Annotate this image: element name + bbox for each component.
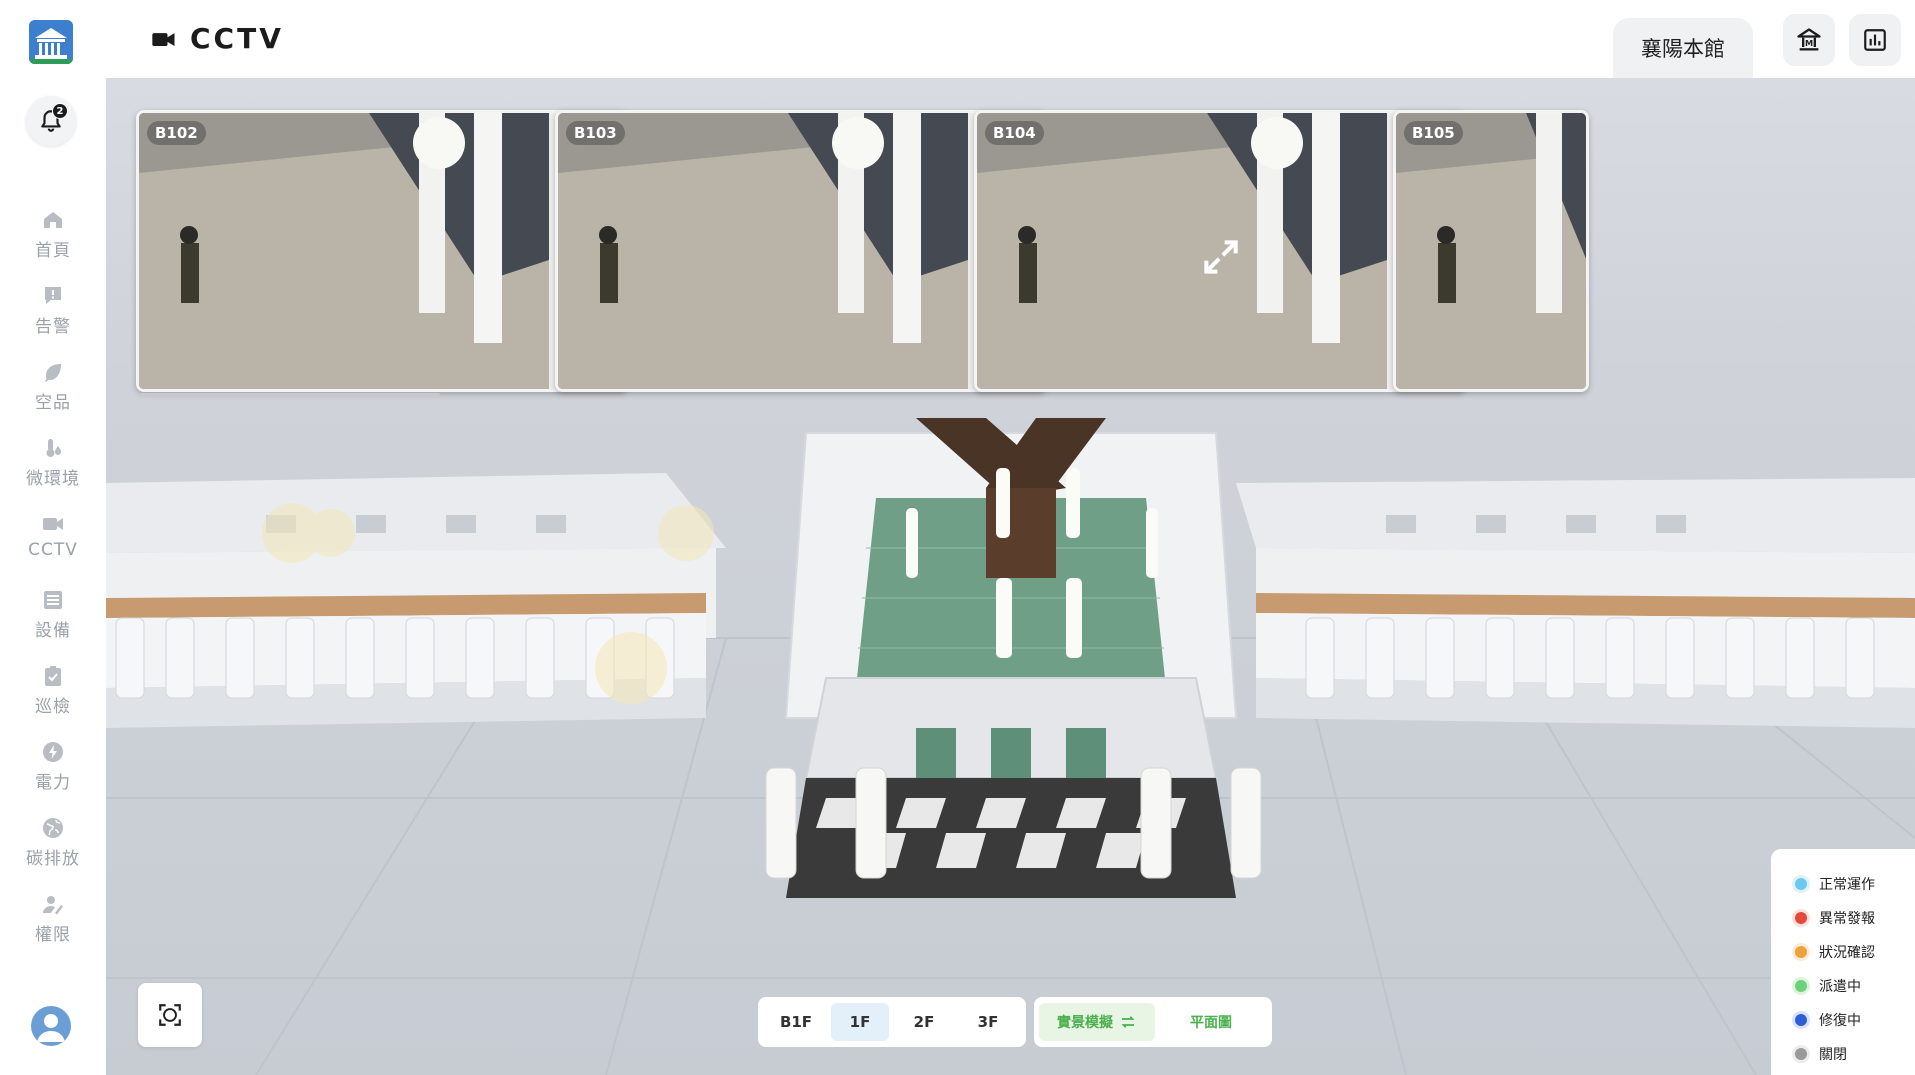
status-dot (1795, 912, 1807, 924)
museum-logo[interactable] (29, 20, 73, 64)
realistic-view-label: 實景模擬 (1057, 1015, 1113, 1031)
expand-icon[interactable] (1199, 235, 1243, 279)
sidebar-item-inspection[interactable]: 巡檢 (0, 658, 106, 734)
sidebar-item-cctv[interactable]: CCTV (0, 506, 106, 582)
legend-label: 修復中 (1819, 1013, 1861, 1029)
camera-icon (43, 518, 63, 530)
legend-item: 修復中 (1795, 1003, 1915, 1037)
sidebar-item-label: 空品 (35, 393, 71, 413)
sidebar-item-alert[interactable]: 告警 (0, 278, 106, 354)
globe-icon (43, 818, 63, 838)
sidebar-item-label: CCTV (28, 540, 78, 560)
camera-feed[interactable]: B105 (1393, 110, 1589, 392)
legend-item: 正常運作 (1795, 867, 1915, 901)
status-dot (1795, 1048, 1807, 1060)
museum-icon: M (1797, 28, 1821, 51)
sidebar-item-power[interactable]: 電力 (0, 734, 106, 810)
legend-item: 派遣中 (1795, 969, 1915, 1003)
sidebar-item-micro-environment[interactable]: 微環境 (0, 430, 106, 506)
legend-item: 狀況確認 (1795, 935, 1915, 969)
floor-button-2f[interactable]: 2F (895, 1003, 953, 1041)
fit-view-button[interactable] (138, 983, 202, 1047)
museum-switch-button[interactable]: M (1783, 14, 1835, 66)
camera-icon (152, 32, 175, 46)
top-header: CCTV 襄陽本館 M (106, 0, 1915, 78)
sidebar-item-air-quality[interactable]: 空品 (0, 354, 106, 430)
status-dot (1795, 1014, 1807, 1026)
status-legend: 正常運作 異常發報 狀況確認 派遣中 修復中 關閉 (1771, 849, 1915, 1075)
sidebar-item-label: 設備 (35, 621, 71, 641)
legend-label: 正常運作 (1819, 877, 1875, 893)
sidebar-item-equipment[interactable]: 設備 (0, 582, 106, 658)
swap-arrows-icon (1121, 1016, 1135, 1028)
svg-text:M: M (1805, 38, 1813, 48)
status-dot (1795, 980, 1807, 992)
sidebar-item-carbon[interactable]: 碳排放 (0, 810, 106, 886)
sidebar-item-home[interactable]: 首頁 (0, 202, 106, 278)
page-title: CCTV (190, 22, 284, 55)
legend-label: 異常發報 (1819, 911, 1875, 927)
sidebar: 2 首頁 告警 空品 微環境 CCTV 設備 巡檢 電力 碳排放 權限 (0, 0, 106, 1075)
camera-feed-strip: B102 B103 B104 B105 (136, 110, 1915, 392)
alert-icon (45, 287, 61, 304)
focus-frame-icon (159, 1004, 181, 1026)
legend-item: 關閉 (1795, 1037, 1915, 1071)
camera-label: B102 (147, 121, 206, 145)
floor-selector: B1F 1F 2F 3F (758, 997, 1026, 1047)
status-dot (1795, 878, 1807, 890)
user-avatar[interactable] (31, 1006, 71, 1046)
floorplan-view-button[interactable]: 平面圖 (1155, 1003, 1267, 1041)
camera-label: B105 (1404, 121, 1463, 145)
camera-label: B103 (566, 121, 625, 145)
lightning-icon (43, 742, 63, 762)
venue-tab[interactable]: 襄陽本館 (1613, 18, 1753, 78)
floor-button-1f[interactable]: 1F (831, 1003, 889, 1041)
notification-badge: 2 (52, 103, 68, 119)
legend-item: 異常發報 (1795, 901, 1915, 935)
realistic-view-button[interactable]: 實景模擬 (1039, 1003, 1155, 1041)
clipboard-check-icon (45, 666, 61, 686)
camera-strip-scrollbar[interactable] (140, 393, 440, 397)
page-title-group: CCTV (150, 22, 284, 55)
building-3d-view[interactable]: B102 B103 B104 B105 B1F 1F 2F 3F 實景模擬 平面… (106, 78, 1915, 1075)
legend-label: 派遣中 (1819, 979, 1861, 995)
sidebar-item-label: 巡檢 (35, 697, 71, 717)
leaf-icon (45, 364, 61, 382)
notification-button[interactable]: 2 (26, 96, 76, 146)
sidebar-item-label: 首頁 (35, 241, 71, 261)
bar-chart-icon (1864, 29, 1886, 51)
home-icon (44, 212, 62, 228)
floor-button-3f[interactable]: 3F (959, 1003, 1017, 1041)
legend-label: 狀況確認 (1819, 945, 1875, 961)
sidebar-item-label: 電力 (35, 773, 71, 793)
camera-label: B104 (985, 121, 1044, 145)
report-button[interactable] (1849, 14, 1901, 66)
legend-label: 關閉 (1819, 1047, 1847, 1063)
floor-button-b1f[interactable]: B1F (767, 1003, 825, 1041)
sidebar-nav: 首頁 告警 空品 微環境 CCTV 設備 巡檢 電力 碳排放 權限 (0, 202, 106, 962)
sidebar-item-label: 告警 (35, 317, 71, 337)
status-dot (1795, 946, 1807, 958)
sidebar-item-permissions[interactable]: 權限 (0, 886, 106, 962)
sidebar-item-label: 碳排放 (26, 849, 80, 869)
user-key-icon (43, 896, 63, 915)
list-icon (44, 591, 62, 609)
thermometer-icon (46, 439, 61, 457)
sidebar-item-label: 微環境 (26, 469, 80, 489)
camera-feed-image (1396, 113, 1586, 389)
sidebar-item-label: 權限 (35, 925, 71, 945)
view-mode-toggle: 實景模擬 平面圖 (1034, 997, 1272, 1047)
